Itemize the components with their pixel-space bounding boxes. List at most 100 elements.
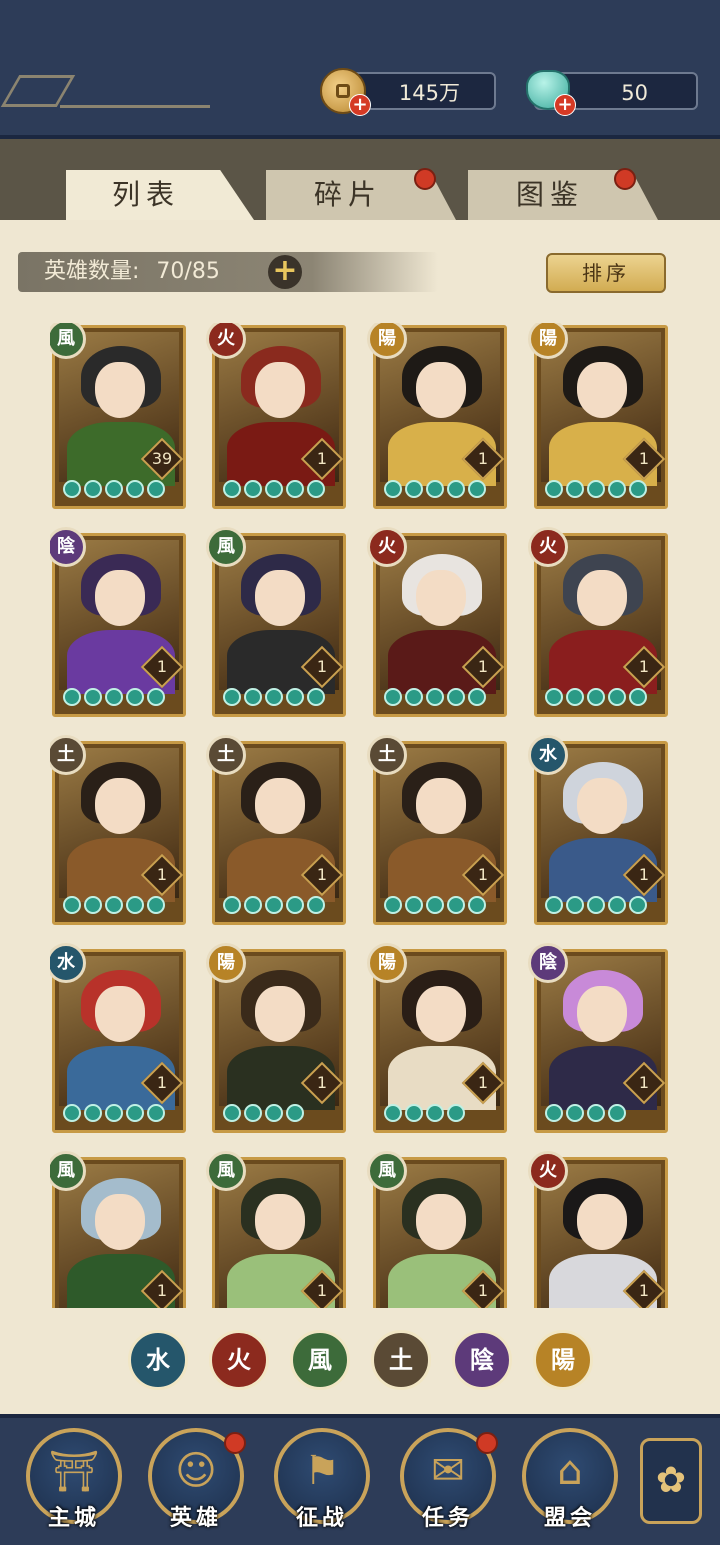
hero-element-badge: 陽 [367,943,407,983]
jade-star-icon [629,896,647,914]
jade-star-icon [126,688,144,706]
hero-star-row [223,1104,304,1124]
jade-star-icon [447,1104,465,1122]
jade-star-icon [147,896,165,914]
jade-star-icon [63,688,81,706]
jade-star-icon [468,480,486,498]
jade-star-icon [566,1104,584,1122]
jade-star-icon [223,480,241,498]
jade-star-icon [629,688,647,706]
sort-button[interactable]: 排序 [546,253,666,293]
alliance-pavilion-icon: ⌂ [557,1448,583,1494]
jade-star-icon [286,896,304,914]
hero-level: 1 [638,1281,650,1300]
element-filter-button[interactable]: 水 [128,1330,188,1390]
jade-star-icon [384,480,402,498]
jade-star-icon [105,896,123,914]
jade-star-icon [545,1104,563,1122]
decorative-pattern [0,75,210,111]
hero-level: 1 [477,1073,489,1092]
hero-star-row [223,896,325,916]
element-filter-button[interactable]: 陰 [452,1330,512,1390]
hero-level: 1 [316,865,328,884]
jade-star-icon [223,896,241,914]
jade-star-icon [405,480,423,498]
add-hero-slots-button[interactable]: + [268,255,302,289]
jade-star-icon [84,896,102,914]
jade-star-icon [286,1104,304,1122]
jade-star-icon [63,896,81,914]
jade-star-icon [545,480,563,498]
jade-star-icon [286,688,304,706]
jade-star-icon [286,480,304,498]
element-filter-button[interactable]: 風 [290,1330,350,1390]
hero-level: 1 [316,449,328,468]
hero-level: 1 [638,865,650,884]
jade-star-icon [545,896,563,914]
jade-star-icon [265,1104,283,1122]
hero-level: 1 [638,657,650,676]
jade-star-icon [307,896,325,914]
tab-fragments-label: 碎片 [313,178,382,211]
jade-star-icon [126,896,144,914]
hero-level: 1 [156,1281,168,1300]
codex-notification-dot [614,168,636,190]
hero-element-badge: 風 [206,527,246,567]
jade-star-icon [468,896,486,914]
jade-star-icon [587,896,605,914]
jade-star-icon [223,1104,241,1122]
jade-star-icon [126,1104,144,1122]
jade-star-icon [447,896,465,914]
tab-codex-label: 图鉴 [515,178,584,211]
hero-star-row [223,688,325,708]
hero-level: 39 [151,449,173,468]
jade-star-icon [244,896,262,914]
hero-level: 1 [156,1073,168,1092]
hero-star-row [384,688,486,708]
hero-count-value: 70/85 [156,259,220,284]
jade-star-icon [147,688,165,706]
element-filter-button[interactable]: 火 [209,1330,269,1390]
hero-element-badge: 陰 [528,943,568,983]
jade-star-icon [105,1104,123,1122]
jade-star-icon [587,480,605,498]
hero-star-row [545,480,647,500]
element-filter-button[interactable]: 陽 [533,1330,593,1390]
jade-star-icon [265,688,283,706]
hero-level: 1 [477,865,489,884]
nav-notification-dot [224,1432,246,1454]
jade-star-icon [608,896,626,914]
element-filter-button[interactable]: 土 [371,1330,431,1390]
jade-star-icon [447,480,465,498]
nav-label: 任务 [421,1506,474,1531]
jade-star-icon [147,480,165,498]
add-jade-button[interactable]: + [554,94,576,116]
jade-star-icon [147,1104,165,1122]
hero-star-row [223,480,325,500]
hero-element-badge: 風 [206,1151,246,1191]
add-coins-button[interactable]: + [349,94,371,116]
nav-label: 征战 [295,1506,348,1531]
hero-level: 1 [316,1073,328,1092]
hero-portrait-icon: ☺ [175,1448,217,1494]
jade-star-icon [63,1104,81,1122]
scroll-icon: ✉ [431,1448,465,1494]
hero-star-row [384,896,486,916]
jade-star-icon [405,1104,423,1122]
hero-level: 1 [156,865,168,884]
hero-star-row [545,688,647,708]
city-gate-icon: ⛩ [48,1449,100,1495]
jade-star-icon [566,480,584,498]
jade-star-icon [244,688,262,706]
jade-star-icon [265,896,283,914]
tab-list-label: 列表 [111,178,180,211]
jade-star-icon [244,1104,262,1122]
jade-star-icon [63,480,81,498]
jade-star-icon [587,1104,605,1122]
hero-element-badge: 火 [528,527,568,567]
more-menu-button[interactable]: ✿ [640,1438,702,1524]
hero-star-row [545,896,647,916]
coin-amount: 145万 [398,81,460,105]
jade-star-icon [84,480,102,498]
nav-label: 英雄 [169,1506,222,1531]
